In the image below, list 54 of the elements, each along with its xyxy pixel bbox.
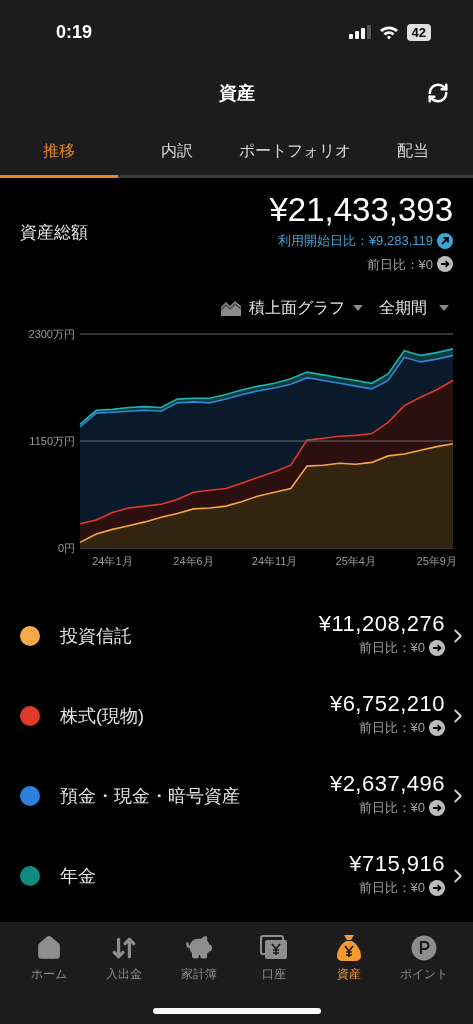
home-icon — [36, 935, 63, 961]
x-axis-label: 25年4月 — [335, 555, 376, 567]
tab[interactable]: 配当 — [354, 126, 472, 178]
nav-tab[interactable]: 家計簿 — [167, 934, 232, 983]
signal-icon — [348, 25, 371, 39]
x-axis-label: 24年11月 — [251, 555, 298, 567]
total-amount: ¥21,433,393 — [269, 190, 453, 230]
points-icon — [410, 935, 437, 961]
tab[interactable]: ポートフォリオ — [236, 126, 354, 178]
tab[interactable]: 内訳 — [118, 126, 236, 178]
up-down-arrows-icon — [111, 935, 138, 961]
category-amount: ¥2,637,496 — [329, 770, 445, 799]
wifi-icon — [378, 24, 399, 40]
category-name: 株式(現物) — [60, 704, 145, 728]
day-change: 前日比：¥0 — [358, 879, 425, 898]
category-name: 預金・現金・暗号資産 — [60, 784, 241, 808]
x-axis-label: 25年9月 — [416, 555, 457, 567]
x-axis-label: 24年6月 — [173, 555, 214, 567]
category-amount: ¥715,916 — [349, 850, 445, 879]
caret-icon — [353, 305, 363, 311]
status-time: 0:19 — [56, 20, 93, 44]
asset-category-row[interactable]: 年金 ¥715,916 前日比：¥0 — [0, 836, 473, 916]
asset-category-row[interactable]: 投資信託 ¥11,208,276 前日比：¥0 — [0, 596, 473, 676]
chart-type-dropdown[interactable]: 積上面グラフ — [221, 296, 363, 320]
total-label: 資産総額 — [20, 222, 88, 244]
since-start-change: 利用開始日比：¥9,283,119 — [277, 232, 433, 250]
nav-tab[interactable]: 資産 — [316, 934, 381, 983]
day-change: 前日比：¥0 — [358, 799, 425, 818]
battery-level: 42 — [406, 23, 431, 41]
asset-category-row[interactable]: 株式(現物) ¥6,752,210 前日比：¥0 — [0, 676, 473, 756]
area-chart-icon — [221, 300, 241, 316]
category-amount: ¥6,752,210 — [329, 690, 445, 719]
caret-icon — [439, 305, 449, 311]
day-change: 前日比：¥0 — [366, 255, 433, 274]
yen-card-icon — [259, 935, 288, 961]
category-amount: ¥11,208,276 — [318, 610, 445, 639]
nav-tab[interactable]: ポイント — [391, 934, 456, 983]
nav-tab[interactable]: ホーム — [17, 934, 82, 983]
day-change: 前日比：¥0 — [358, 639, 425, 658]
tab[interactable]: 推移 — [0, 126, 118, 178]
money-bag-icon — [335, 934, 362, 962]
y-axis-label: 1150万円 — [29, 435, 75, 447]
page-title: 資産 — [218, 81, 255, 105]
y-axis-label: 0円 — [57, 542, 75, 554]
nav-tab[interactable]: 入出金 — [92, 934, 157, 983]
category-name: 投資信託 — [60, 624, 133, 648]
category-name: 年金 — [60, 864, 97, 888]
asset-category-row[interactable]: 預金・現金・暗号資産 ¥2,637,496 前日比：¥0 — [0, 756, 473, 836]
period-dropdown[interactable]: 全期間 — [379, 296, 449, 320]
x-axis-label: 24年1月 — [92, 555, 133, 567]
nav-tab[interactable]: 口座 — [241, 934, 306, 983]
day-change: 前日比：¥0 — [358, 719, 425, 738]
y-axis-label: 2300万円 — [28, 328, 75, 340]
piggy-bank-icon — [185, 934, 214, 962]
